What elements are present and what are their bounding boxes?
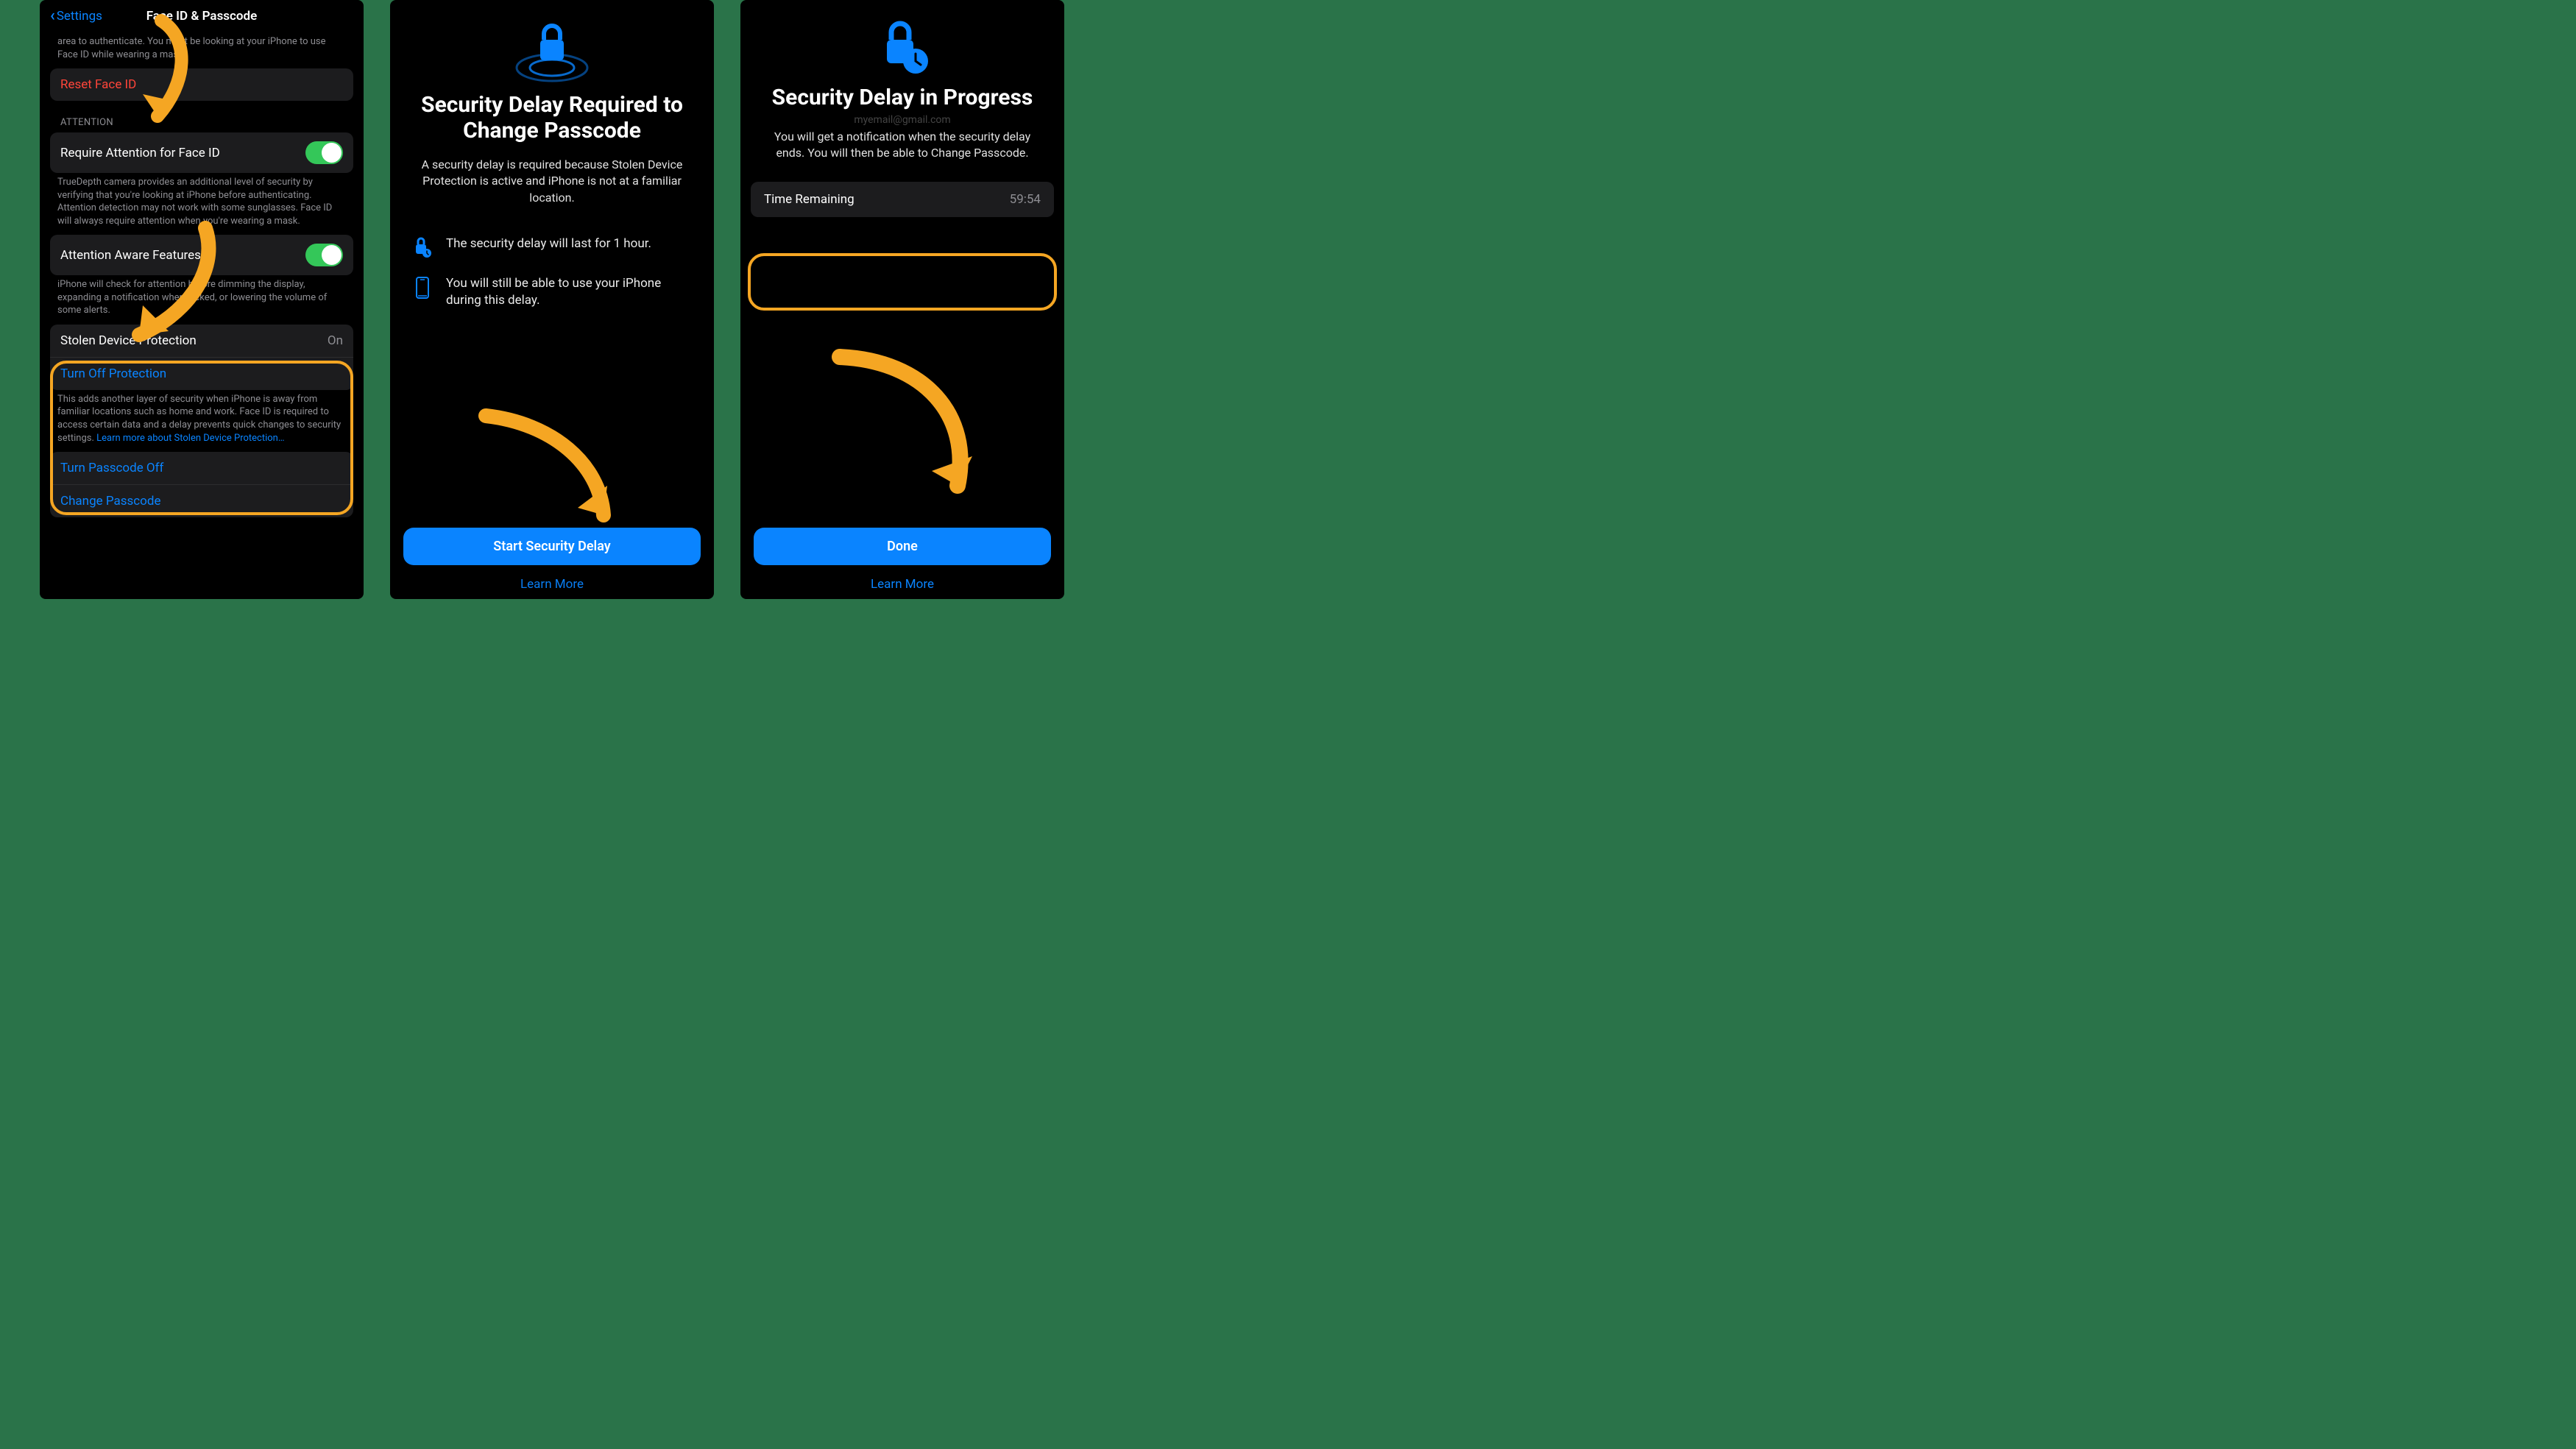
back-label: Settings — [57, 9, 102, 24]
time-remaining-box: Time Remaining 59:54 — [751, 182, 1054, 217]
security-delay-title: Security Delay Required to Change Passco… — [390, 93, 714, 157]
passcode-group: Turn Passcode Off Change Passcode — [50, 452, 353, 517]
require-attention-group: Require Attention for Face ID — [50, 132, 353, 173]
time-remaining-label: Time Remaining — [764, 192, 854, 207]
attention-aware-desc: iPhone will check for attention before d… — [50, 275, 353, 325]
turn-off-protection-button[interactable]: Turn Off Protection — [50, 357, 353, 390]
progress-subtitle: You will get a notification when the sec… — [740, 129, 1064, 183]
reset-faceid-group: Reset Face ID — [50, 68, 353, 101]
sdp-status-cell[interactable]: Stolen Device Protection On — [50, 325, 353, 357]
info-rows: The security delay will last for 1 hour.… — [390, 227, 714, 318]
settings-content: area to authenticate. You must be lookin… — [40, 32, 364, 517]
intro-desc: area to authenticate. You must be lookin… — [50, 32, 353, 68]
info-row-usable: You will still be able to use your iPhon… — [412, 266, 692, 318]
require-attention-cell[interactable]: Require Attention for Face ID — [50, 132, 353, 173]
annotation-arrow-3 — [471, 405, 618, 545]
sdp-label: Stolen Device Protection — [60, 333, 197, 348]
attention-section-header: ATTENTION — [50, 101, 353, 132]
start-security-delay-button[interactable]: Start Security Delay — [403, 528, 701, 565]
back-button[interactable]: ‹ Settings — [50, 8, 102, 24]
learn-more-button[interactable]: Learn More — [390, 565, 714, 592]
screen-security-delay-required: Security Delay Required to Change Passco… — [390, 0, 714, 599]
learn-more-button[interactable]: Learn More — [740, 565, 1064, 592]
turn-passcode-off-button[interactable]: Turn Passcode Off — [50, 452, 353, 484]
info-row-usable-text: You will still be able to use your iPhon… — [446, 275, 692, 309]
reset-face-id-button[interactable]: Reset Face ID — [50, 68, 353, 101]
nav-bar: ‹ Settings Face ID & Passcode — [40, 0, 364, 32]
hero-lock-ripple-icon — [390, 0, 714, 93]
screen-faceid-settings: ‹ Settings Face ID & Passcode area to au… — [40, 0, 364, 599]
attention-aware-toggle[interactable] — [305, 244, 343, 266]
done-button[interactable]: Done — [754, 528, 1051, 565]
stolen-device-protection-group: Stolen Device Protection On Turn Off Pro… — [50, 325, 353, 390]
sdp-learn-more-link[interactable]: Learn more about Stolen Device Protectio… — [96, 433, 284, 444]
lock-clock-icon — [412, 235, 433, 258]
highlight-time-remaining — [748, 253, 1057, 311]
attention-aware-label: Attention Aware Features — [60, 248, 201, 263]
screen-security-delay-progress: Security Delay in Progress myemail@gmail… — [740, 0, 1064, 599]
annotation-arrow-4 — [829, 346, 983, 515]
time-remaining-value: 59:54 — [1010, 192, 1041, 207]
attention-aware-group: Attention Aware Features — [50, 235, 353, 275]
security-delay-subtitle: A security delay is required because Sto… — [390, 157, 714, 227]
iphone-icon — [412, 275, 433, 299]
info-row-duration: The security delay will last for 1 hour. — [412, 227, 692, 266]
info-row-duration-text: The security delay will last for 1 hour. — [446, 235, 651, 252]
change-passcode-button[interactable]: Change Passcode — [50, 484, 353, 517]
require-attention-desc: TrueDepth camera provides an additional … — [50, 173, 353, 235]
attention-aware-cell[interactable]: Attention Aware Features — [50, 235, 353, 275]
require-attention-label: Require Attention for Face ID — [60, 146, 220, 160]
require-attention-toggle[interactable] — [305, 141, 343, 164]
hero-lock-clock-icon — [740, 0, 1064, 85]
sdp-desc: This adds another layer of security when… — [50, 390, 353, 452]
faint-email: myemail@gmail.com — [740, 114, 1064, 126]
sdp-value: On — [328, 333, 343, 348]
chevron-left-icon: ‹ — [50, 8, 55, 24]
